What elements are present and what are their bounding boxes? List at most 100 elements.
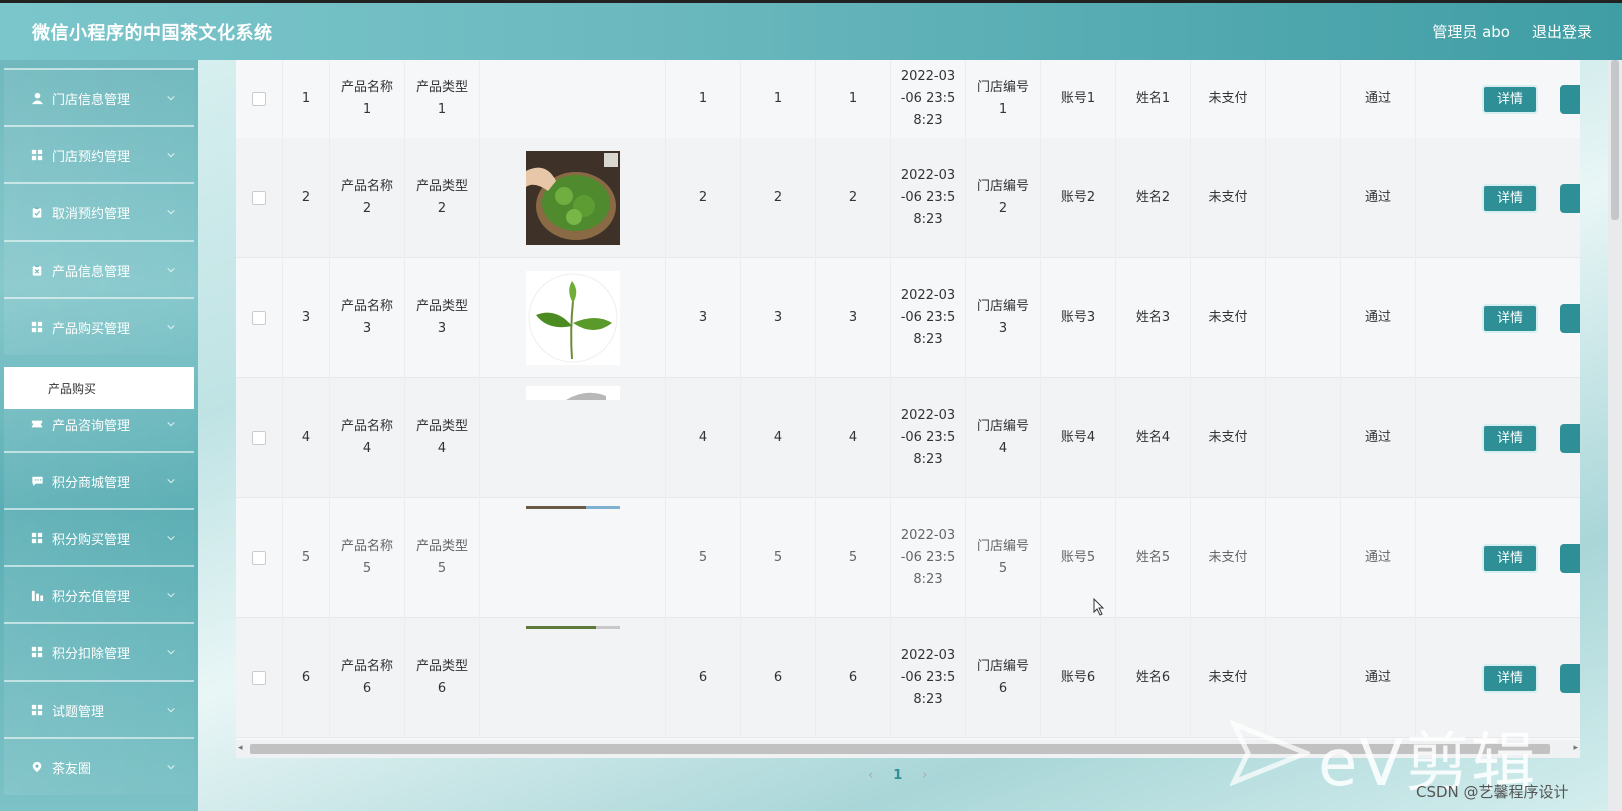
- cell-pay: 未支付: [1191, 498, 1266, 618]
- cell-type: 产品类型 4: [405, 378, 480, 498]
- edit-button[interactable]: [1560, 424, 1580, 453]
- detail-button[interactable]: 详情: [1482, 664, 1538, 693]
- cell-type: 产品类型 5: [405, 498, 480, 618]
- sidebar-subitem-product-purchase[interactable]: 产品购买: [4, 367, 194, 409]
- cell-text: 通过: [1364, 670, 1391, 685]
- edit-button[interactable]: [1560, 184, 1580, 213]
- cell-b: 6: [741, 618, 816, 738]
- edit-button[interactable]: [1560, 85, 1580, 114]
- cell-time: 2022-03 -06 23:5 8:23: [891, 378, 966, 498]
- cell-text: 账号1: [1060, 91, 1096, 106]
- detail-button[interactable]: 详情: [1482, 184, 1538, 213]
- sidebar-item-label: 产品信息管理: [52, 264, 131, 280]
- actions-cell: 详情: [1416, 498, 1580, 618]
- sidebar-item-11[interactable]: 试题管理: [4, 680, 194, 738]
- cell-time: 2022-03 -06 23:5 8:23: [891, 618, 966, 738]
- cell-c: 6: [816, 618, 891, 738]
- row-checkbox-cell: [236, 378, 283, 498]
- prev-page-button[interactable]: ‹: [868, 768, 873, 783]
- detail-button[interactable]: 详情: [1482, 424, 1538, 453]
- cell-text: 门店编号 3: [976, 299, 1029, 336]
- row-checkbox-cell: [236, 138, 283, 258]
- cell-text: 2022-03 -06 23:5 8:23: [900, 528, 956, 587]
- edit-button[interactable]: [1560, 664, 1580, 693]
- cell-text: 账号6: [1060, 670, 1096, 685]
- sidebar-item-7[interactable]: 积分商城管理: [4, 451, 194, 509]
- empty-cell: [1266, 378, 1341, 498]
- detail-button[interactable]: 详情: [1482, 85, 1538, 114]
- edit-button[interactable]: [1560, 304, 1580, 333]
- cell-text: 产品类型 3: [415, 299, 468, 336]
- cell-text: 4: [698, 430, 708, 445]
- actions-cell: 详情: [1416, 378, 1580, 498]
- cell-status: 通过: [1341, 258, 1416, 378]
- next-page-button[interactable]: ›: [922, 768, 927, 783]
- cell-name: 产品名称 2: [330, 138, 405, 258]
- edit-button[interactable]: [1560, 544, 1580, 573]
- cell-c: 4: [816, 378, 891, 498]
- product-image-cell: [480, 138, 666, 258]
- cell-c: 2: [816, 138, 891, 258]
- cell-text: 产品名称 1: [340, 80, 393, 117]
- cell-text: 未支付: [1208, 190, 1248, 205]
- cell-text: 产品名称 5: [340, 539, 393, 576]
- chevron-down-icon: [166, 704, 178, 716]
- cell-idx: 6: [283, 618, 330, 738]
- cell-text: 产品类型 5: [415, 539, 468, 576]
- logout-link[interactable]: 退出登录: [1532, 21, 1592, 42]
- cell-type: 产品类型 2: [405, 138, 480, 258]
- detail-button[interactable]: 详情: [1482, 304, 1538, 333]
- row-checkbox[interactable]: [252, 191, 266, 205]
- cell-text: 2022-03 -06 23:5 8:23: [900, 69, 956, 128]
- sidebar-item-2[interactable]: 门店预约管理: [4, 125, 194, 183]
- scroll-left-icon[interactable]: ◂: [238, 743, 243, 753]
- cell-name: 产品名称 5: [330, 498, 405, 618]
- row-checkbox[interactable]: [252, 92, 266, 106]
- row-checkbox[interactable]: [252, 311, 266, 325]
- sidebar-item-3[interactable]: 取消预约管理: [4, 182, 194, 240]
- row-checkbox[interactable]: [252, 551, 266, 565]
- cell-text: 5: [848, 550, 858, 565]
- chevron-down-icon: [166, 589, 178, 601]
- scroll-right-icon[interactable]: ▸: [1573, 743, 1578, 753]
- cell-text: 未支付: [1208, 670, 1248, 685]
- cell-b: 3: [741, 258, 816, 378]
- row-checkbox[interactable]: [252, 431, 266, 445]
- vertical-scroll-thumb[interactable]: [1611, 60, 1619, 220]
- page-number-current[interactable]: 1: [893, 768, 902, 783]
- sidebar-item-8[interactable]: 积分购买管理: [4, 508, 194, 566]
- table-row: 4 产品名称 4 产品类型 4 4 4 4 2022-03 -06 23:5 8:23 门店编…: [236, 378, 1580, 498]
- cell-text: 通过: [1364, 550, 1391, 565]
- cell-name: 产品名称 6: [330, 618, 405, 738]
- cell-type: 产品类型 6: [405, 618, 480, 738]
- cell-text: 产品名称 4: [340, 419, 393, 456]
- cell-idx: 2: [283, 138, 330, 258]
- product-image-cell: [480, 258, 666, 378]
- chevron-down-icon: [166, 149, 178, 161]
- cell-username: 姓名6: [1116, 618, 1191, 738]
- cell-text: 2022-03 -06 23:5 8:23: [900, 408, 956, 467]
- cell-text: 通过: [1364, 190, 1391, 205]
- cell-text: 通过: [1364, 91, 1391, 106]
- row-checkbox[interactable]: [252, 671, 266, 685]
- cell-username: 姓名5: [1116, 498, 1191, 618]
- detail-button[interactable]: 详情: [1482, 544, 1538, 573]
- sidebar-item-4[interactable]: 产品信息管理: [4, 240, 194, 298]
- sidebar-item-9[interactable]: 积分充值管理: [4, 565, 194, 623]
- sidebar-item-10[interactable]: 积分扣除管理: [4, 622, 194, 680]
- cell-text: 2022-03 -06 23:5 8:23: [900, 648, 956, 707]
- sidebar-item-1[interactable]: 门店信息管理: [4, 68, 194, 126]
- cell-status: 通过: [1341, 138, 1416, 258]
- sidebar-item-12[interactable]: 茶友圈: [4, 737, 194, 795]
- table-row: 3 产品名称 3 产品类型 3 3 3 3 2022-03 -06 23:5 8:23 门店编…: [236, 258, 1580, 378]
- cell-a: 4: [666, 378, 741, 498]
- cell-status: 通过: [1341, 378, 1416, 498]
- vertical-scrollbar[interactable]: [1608, 60, 1622, 811]
- cell-username: 姓名3: [1116, 258, 1191, 378]
- table-row: 2 产品名称 2 产品类型 2 2 2 2 2022-03 -06 23:5 8:23 门店编…: [236, 138, 1580, 258]
- sidebar-item-5[interactable]: 产品购买管理: [4, 297, 194, 355]
- row-checkbox-cell: [236, 498, 283, 618]
- cell-text: 6: [301, 670, 311, 685]
- cell-text: 账号2: [1060, 190, 1096, 205]
- cell-text: 产品类型 6: [415, 659, 468, 696]
